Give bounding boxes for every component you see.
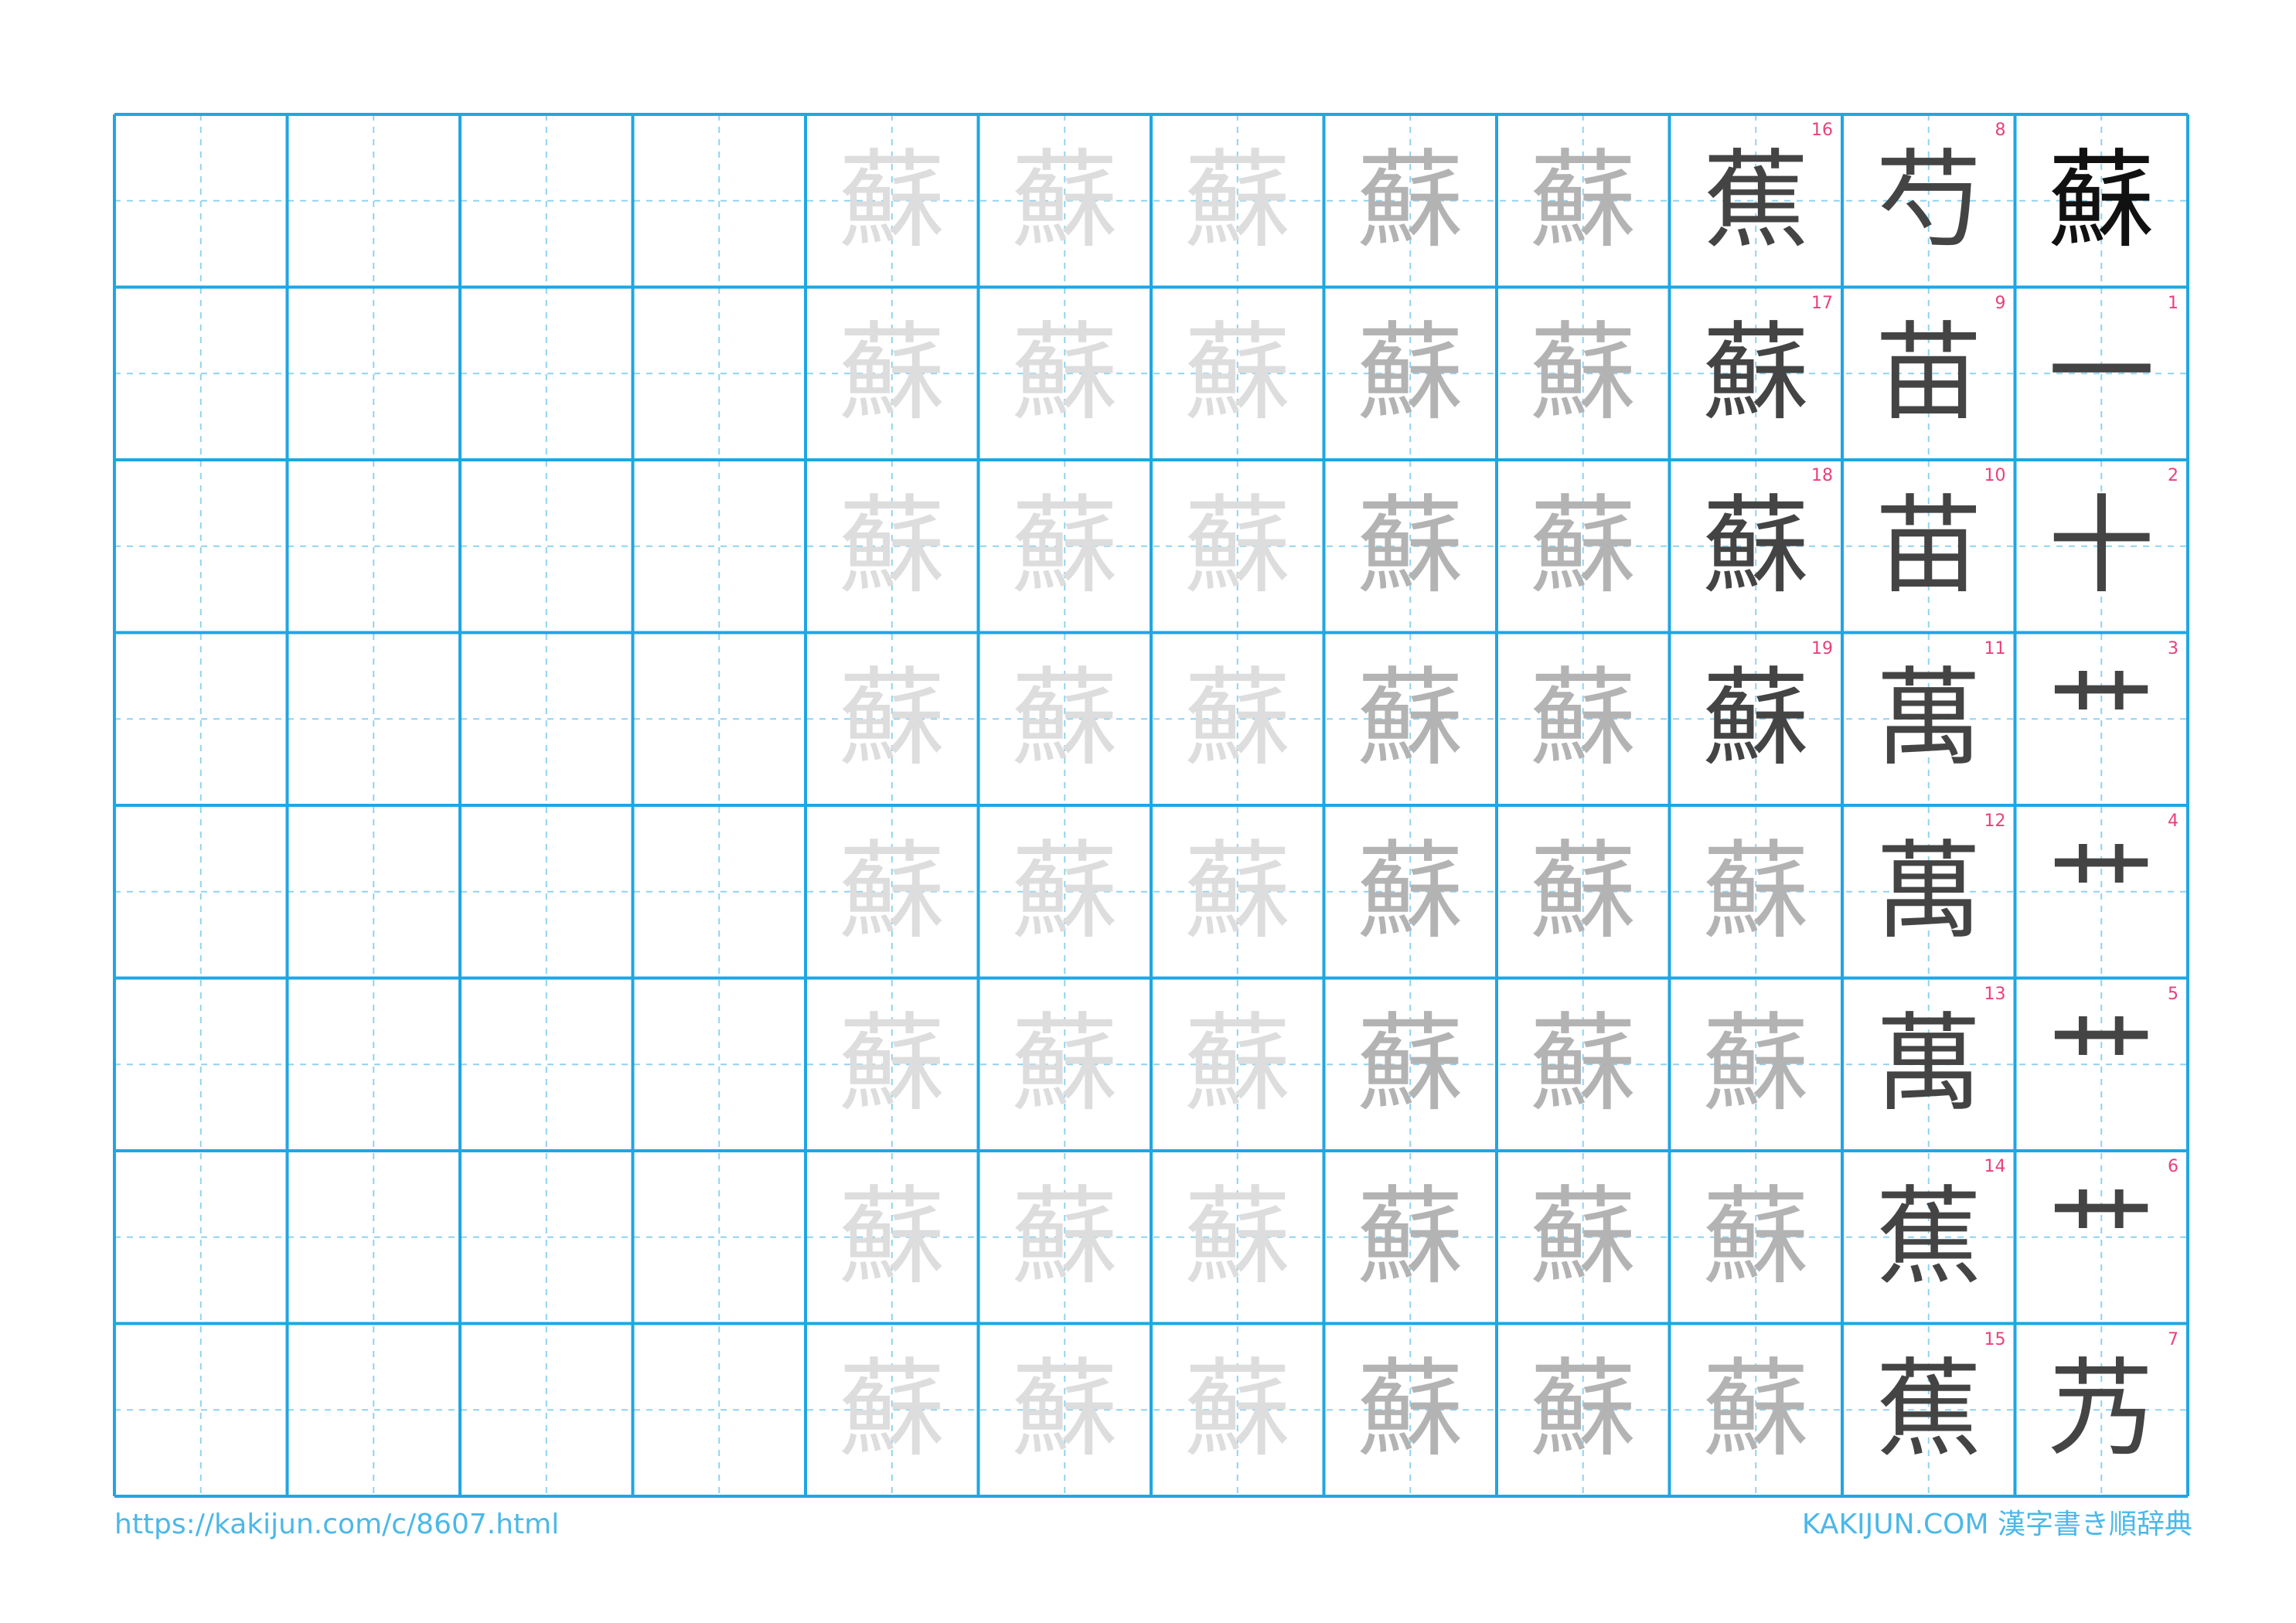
trace-kanji: 蘇 <box>838 1174 945 1299</box>
stroke-step-kanji: 苗 <box>1875 311 1982 436</box>
stroke-step-kanji: 蘇 <box>1702 311 1810 436</box>
stroke-step-kanji: 艿 <box>2048 1347 2155 1472</box>
stroke-number: 7 <box>2168 1329 2178 1349</box>
trace-kanji: 蘇 <box>1529 829 1637 954</box>
stroke-step-kanji: 蕉 <box>1875 1174 1982 1299</box>
stroke-step-kanji: 萬 <box>1875 1002 1982 1127</box>
stroke-number: 8 <box>1995 121 2006 140</box>
trace-kanji: 蘇 <box>1702 1174 1810 1299</box>
trace-kanji: 蘇 <box>838 656 945 781</box>
trace-kanji: 蘇 <box>1011 1002 1119 1127</box>
trace-kanji: 蘇 <box>1702 829 1810 954</box>
stroke-number: 10 <box>1984 466 2006 485</box>
trace-kanji: 蘇 <box>1357 656 1464 781</box>
trace-kanji: 蘇 <box>1357 311 1464 436</box>
trace-kanji: 蘇 <box>1184 311 1291 436</box>
footer-site-name: KAKIJUN.COM 漢字書き順辞典 <box>1801 1509 2192 1540</box>
trace-kanji: 蘇 <box>1011 829 1119 954</box>
trace-kanji: 蘇 <box>1529 1174 1637 1299</box>
stroke-number: 2 <box>2168 466 2178 485</box>
trace-kanji: 蘇 <box>1529 1002 1637 1127</box>
trace-kanji: 蘇 <box>1011 138 1119 263</box>
stroke-number: 4 <box>2168 812 2178 831</box>
trace-kanji: 蘇 <box>1529 311 1637 436</box>
model-kanji: 蘇 <box>2048 138 2155 263</box>
stroke-number: 18 <box>1811 466 1833 485</box>
stroke-step-kanji: 艹 <box>2048 1002 2155 1127</box>
trace-kanji: 蘇 <box>1702 1347 1810 1472</box>
trace-kanji: 蘇 <box>1184 483 1291 608</box>
stroke-step-kanji: 十 <box>2048 483 2155 608</box>
trace-kanji: 蘇 <box>1357 1174 1464 1299</box>
trace-kanji: 蘇 <box>838 829 945 954</box>
trace-kanji: 蘇 <box>1357 1347 1464 1472</box>
stroke-number: 5 <box>2168 984 2178 1004</box>
stroke-step-kanji: 蘇 <box>1702 656 1810 781</box>
stroke-number: 9 <box>1995 293 2006 313</box>
trace-kanji: 蘇 <box>838 311 945 436</box>
trace-kanji: 蘇 <box>838 138 945 263</box>
stroke-number: 19 <box>1811 638 1833 658</box>
stroke-step-kanji: 萬 <box>1875 656 1982 781</box>
trace-kanji: 蘇 <box>838 1002 945 1127</box>
stroke-number: 15 <box>1984 1329 2006 1349</box>
trace-kanji: 蘇 <box>1184 829 1291 954</box>
stroke-number: 13 <box>1984 984 2006 1004</box>
trace-kanji: 蘇 <box>1529 1347 1637 1472</box>
stroke-number: 6 <box>2168 1157 2178 1176</box>
trace-kanji: 蘇 <box>1357 1002 1464 1127</box>
trace-kanji: 蘇 <box>1702 1002 1810 1127</box>
stroke-number: 16 <box>1811 121 1833 140</box>
stroke-step-kanji: 艹 <box>2048 656 2155 781</box>
trace-kanji: 蘇 <box>1184 138 1291 263</box>
stroke-number: 1 <box>2168 293 2178 313</box>
trace-kanji: 蘇 <box>1011 656 1119 781</box>
stroke-number: 3 <box>2168 638 2178 658</box>
trace-kanji: 蘇 <box>1011 483 1119 608</box>
stroke-step-kanji: 一 <box>2048 311 2155 436</box>
stroke-number: 17 <box>1811 293 1833 313</box>
stroke-step-kanji: 艹 <box>2048 1174 2155 1299</box>
stroke-step-kanji: 萬 <box>1875 829 1982 954</box>
stroke-step-kanji: 蕉 <box>1875 1347 1982 1472</box>
trace-kanji: 蘇 <box>1184 656 1291 781</box>
trace-kanji: 蘇 <box>838 483 945 608</box>
trace-kanji: 蘇 <box>1357 483 1464 608</box>
trace-kanji: 蘇 <box>1184 1347 1291 1472</box>
trace-kanji: 蘇 <box>1529 656 1637 781</box>
trace-kanji: 蘇 <box>1011 1347 1119 1472</box>
footer-url-link[interactable]: https://kakijun.com/c/8607.html <box>114 1511 559 1539</box>
stroke-step-kanji: 艹 <box>2048 829 2155 954</box>
trace-kanji: 蘇 <box>1357 138 1464 263</box>
trace-kanji: 蘇 <box>1184 1174 1291 1299</box>
trace-kanji: 蘇 <box>1184 1002 1291 1127</box>
stroke-number: 11 <box>1984 638 2006 658</box>
trace-kanji: 蘇 <box>1529 483 1637 608</box>
stroke-step-kanji: 苗 <box>1875 483 1982 608</box>
trace-kanji: 蘇 <box>1357 829 1464 954</box>
stroke-step-kanji: 芍 <box>1875 138 1982 263</box>
practice-sheet: 蘇一 1 十 2 艹 3 艹 4 艹 5 艹 6 艿 7 芍 8 苗 9 苗 10 萬 11 萬 12 萬 13 蕉 14 蕉 15 蕉 16… <box>0 0 2296 1623</box>
trace-kanji: 蘇 <box>838 1347 945 1472</box>
trace-kanji: 蘇 <box>1529 138 1637 263</box>
trace-kanji: 蘇 <box>1011 1174 1119 1299</box>
trace-kanji: 蘇 <box>1011 311 1119 436</box>
stroke-step-kanji: 蕉 <box>1702 138 1810 263</box>
stroke-step-kanji: 蘇 <box>1702 483 1810 608</box>
stroke-number: 14 <box>1984 1157 2006 1176</box>
stroke-number: 12 <box>1984 812 2006 831</box>
